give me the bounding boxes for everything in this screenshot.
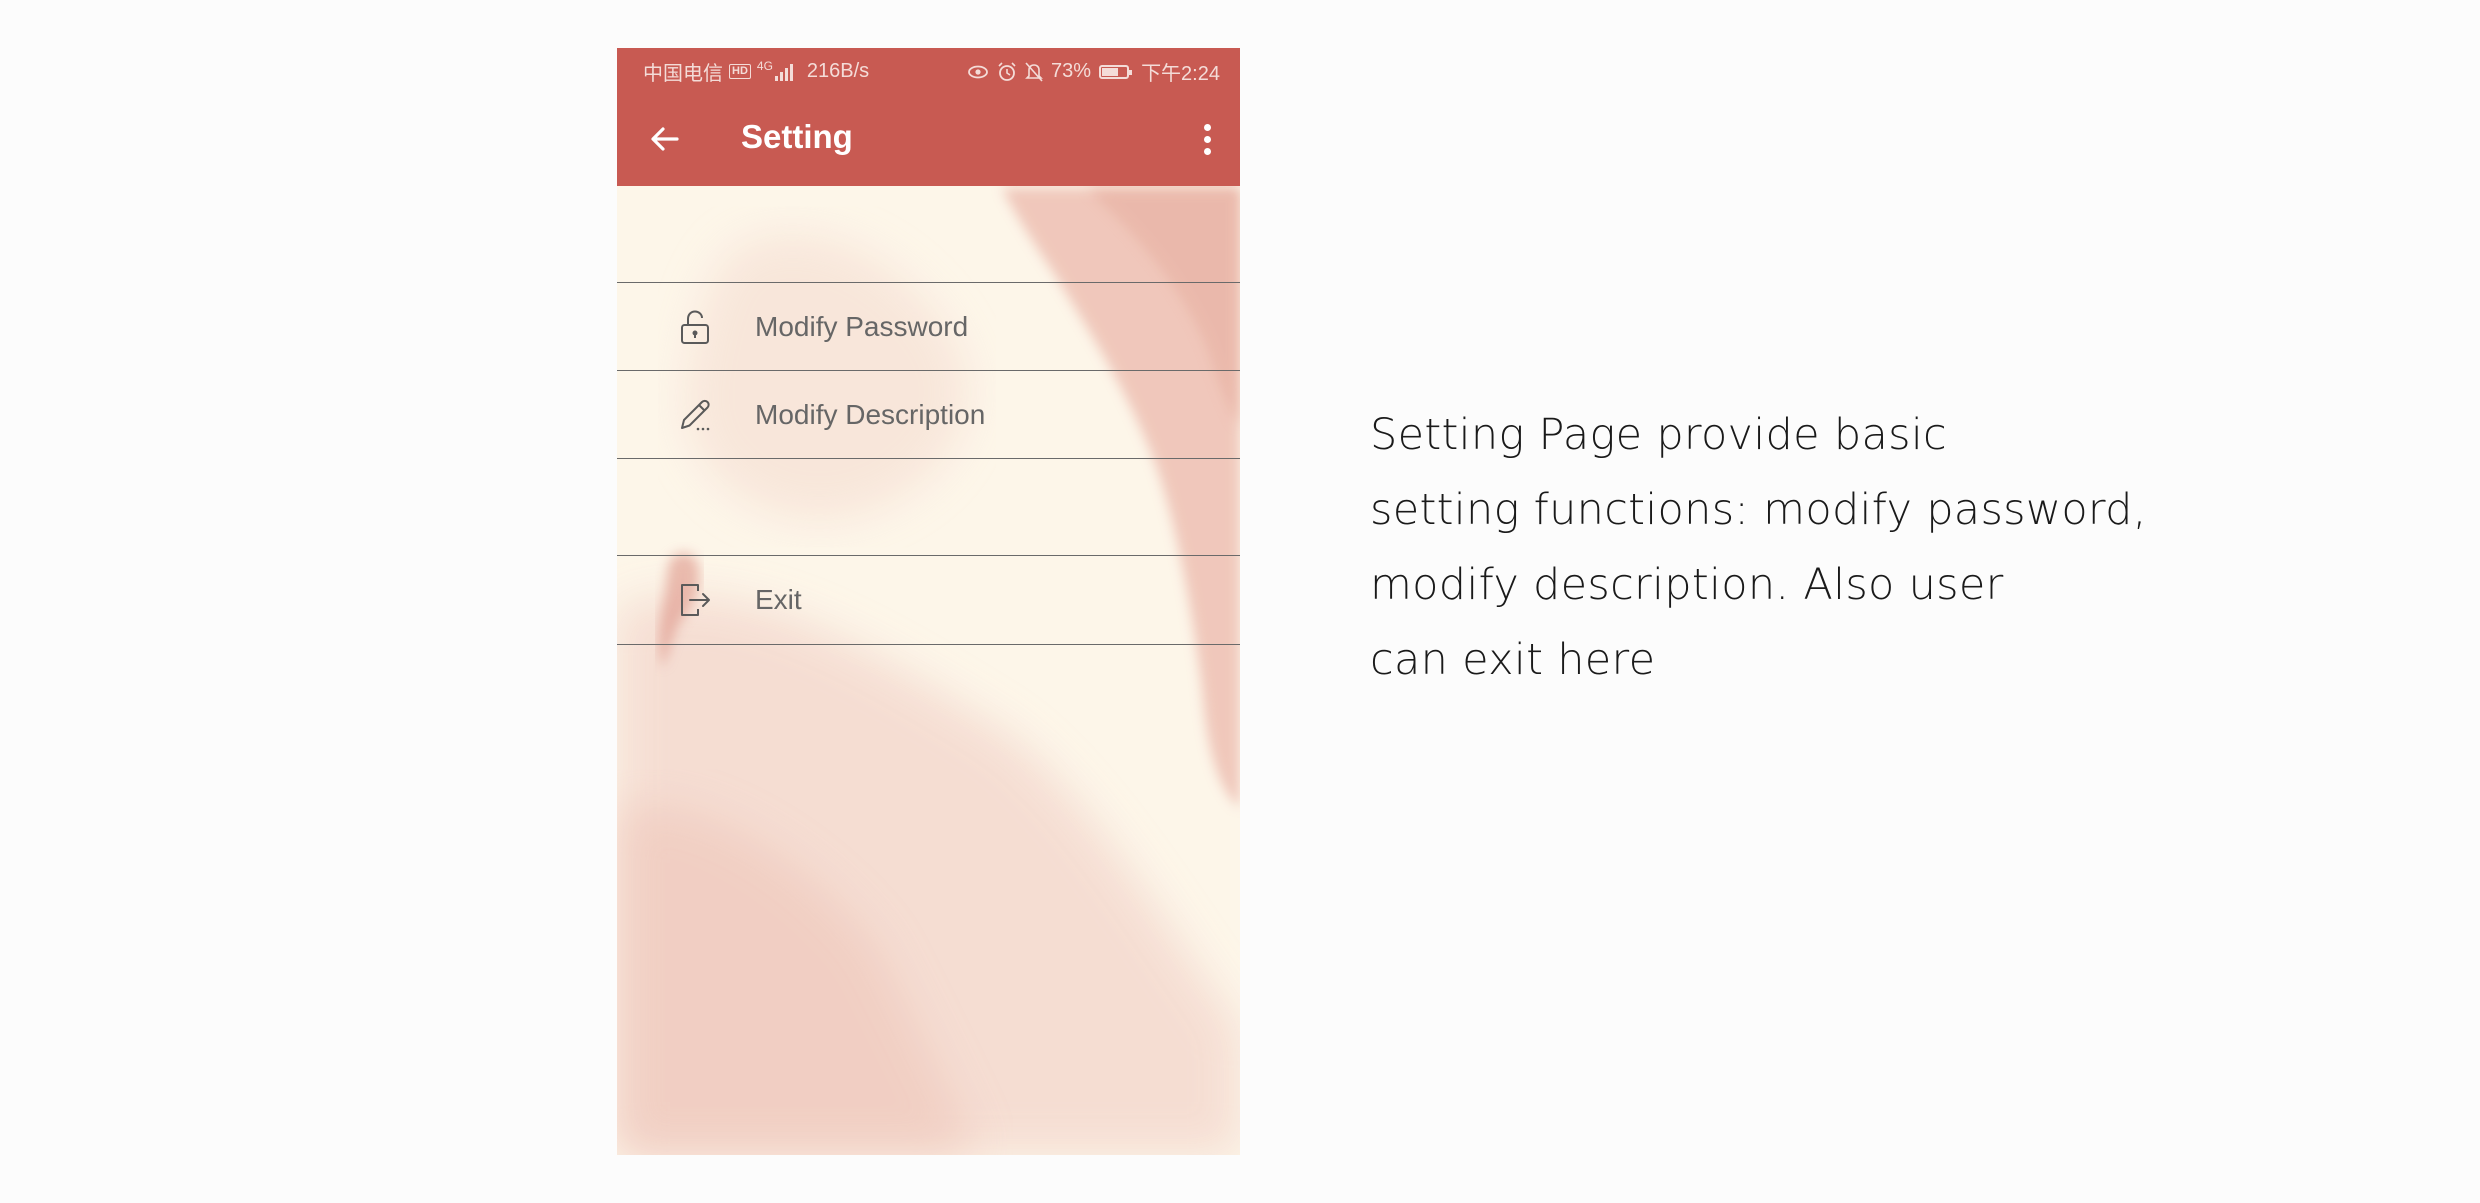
carrier-name: 中国电信 [643,63,723,85]
signal-icon [774,63,793,81]
caption-line: can exit here [1370,635,1656,685]
eye-icon [968,65,988,78]
arrow-back-icon [651,127,679,151]
caption-line: setting functions: modify password, [1370,485,2147,535]
menu-item-label: Modify Description [755,398,986,430]
hd-badge: HD [729,64,751,79]
more-dot-icon [1203,147,1211,155]
back-button[interactable] [645,119,685,159]
more-dot-icon [1203,123,1211,131]
menu-item-label: Exit [755,584,802,615]
canvas: 中国电信 HD 4G 216B/s 73% 下午2:24 Setting Mod… [0,0,2480,1203]
more-dot-icon [1203,135,1211,143]
app-bar: Setting [617,91,1240,186]
menu-item-exit[interactable]: Exit [617,555,1240,645]
divider [617,458,1240,459]
clock-time: 下午2:24 [1141,63,1220,85]
bell-off-icon [1025,61,1043,82]
status-bar: 中国电信 HD 4G 216B/s 73% 下午2:24 [617,48,1240,91]
pencil-icon [675,395,715,435]
alarm-icon [998,61,1016,81]
description-caption: Setting Page provide basic setting funct… [1370,398,2430,698]
menu-item-modify-password[interactable]: Modify Password [617,282,1240,370]
page-title: Setting [741,118,853,155]
menu-item-modify-description[interactable]: Modify Description [617,370,1240,458]
menu-item-label: Modify Password [755,310,969,342]
caption-line: modify description. Also user [1370,560,2004,610]
status-right: 73% 下午2:24 [967,57,1220,86]
battery-icon [1099,64,1133,79]
caption-line: Setting Page provide basic [1370,410,1948,460]
status-left: 中国电信 HD 4G 216B/s [643,57,869,86]
network-type: 4G [756,58,773,73]
network-speed: 216B/s [806,60,870,82]
more-options-button[interactable] [1192,117,1222,161]
phone-screen: 中国电信 HD 4G 216B/s 73% 下午2:24 Setting Mod… [617,48,1240,1155]
exit-icon [675,580,715,620]
battery-percent: 73% [1051,60,1092,82]
lock-open-icon [675,307,715,347]
